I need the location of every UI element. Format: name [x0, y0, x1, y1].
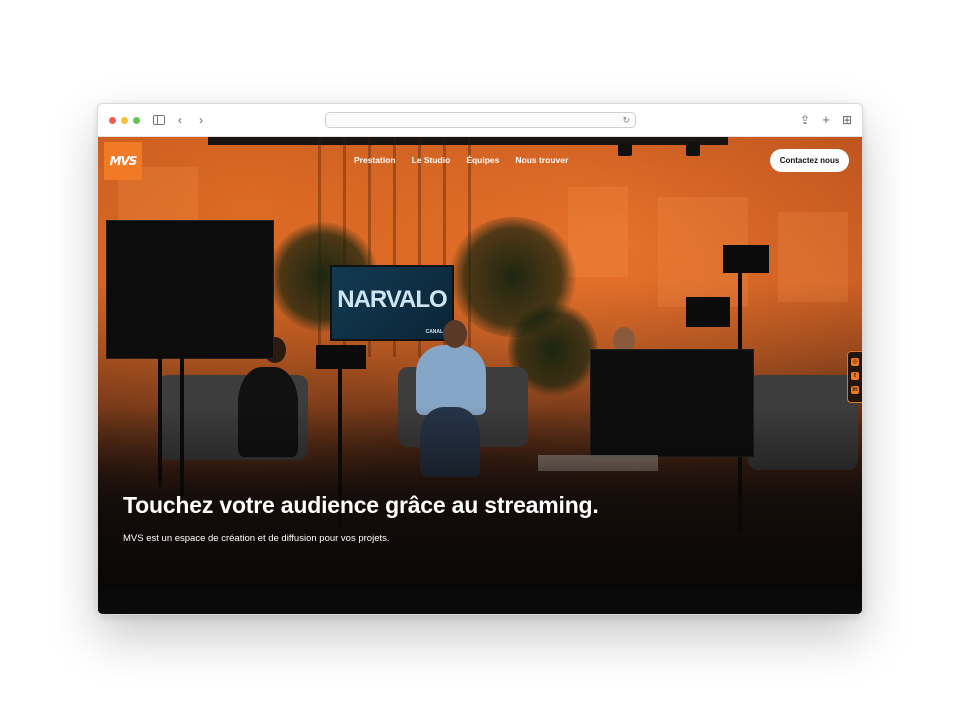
plus-icon[interactable]: + — [819, 113, 833, 127]
wall-panel — [778, 212, 848, 302]
browser-window: ‹ › ↻ ⇪ + ⊞ NARVALO CANAL+ MVS Prestatio… — [97, 103, 863, 615]
instagram-icon[interactable]: ◎ — [851, 358, 859, 366]
nav-item-equipes[interactable]: Équipes — [466, 155, 499, 165]
share-icon[interactable]: ⇪ — [798, 113, 812, 127]
camera — [686, 297, 730, 327]
site-logo[interactable]: MVS — [104, 142, 142, 180]
address-bar[interactable]: ↻ — [325, 112, 636, 128]
nav-item-prestation[interactable]: Prestation — [354, 155, 396, 165]
contact-button[interactable]: Contactez nous — [770, 149, 849, 172]
logo-text: MVS — [109, 154, 138, 168]
zoom-window-button[interactable] — [133, 117, 140, 124]
nav-item-le-studio[interactable]: Le Studio — [412, 155, 451, 165]
main-nav: Prestation Le Studio Équipes Nous trouve… — [354, 155, 568, 165]
minimize-window-button[interactable] — [121, 117, 128, 124]
spotlight — [686, 142, 700, 156]
studio-screen: NARVALO CANAL+ — [330, 265, 454, 341]
close-window-button[interactable] — [109, 117, 116, 124]
chevron-left-icon[interactable]: ‹ — [173, 113, 187, 127]
page-content: NARVALO CANAL+ MVS Prestation Le Studio … — [98, 137, 862, 614]
twitter-icon[interactable]: t — [851, 372, 859, 380]
linkedin-icon[interactable]: in — [851, 386, 859, 394]
reload-icon[interactable]: ↻ — [622, 115, 630, 125]
camera — [723, 245, 769, 273]
spotlight — [618, 142, 632, 156]
hero-subline: MVS est un espace de création et de diff… — [123, 533, 390, 544]
wall-panel — [568, 187, 628, 277]
browser-toolbar: ‹ › ↻ ⇪ + ⊞ — [98, 104, 862, 137]
tab-overview-icon[interactable]: ⊞ — [840, 113, 854, 127]
nav-item-nous-trouver[interactable]: Nous trouver — [515, 155, 568, 165]
studio-screen-text: NARVALO — [337, 286, 447, 313]
studio-monitor — [106, 220, 274, 359]
camera — [316, 345, 366, 369]
sidebar-icon[interactable] — [153, 115, 165, 125]
hero-headline: Touchez votre audience grâce au streamin… — [123, 492, 599, 518]
social-links: ◎ t in — [847, 351, 862, 403]
person-head — [443, 320, 467, 348]
person — [416, 345, 486, 415]
hero-bottom-strip — [98, 590, 862, 614]
chevron-right-icon[interactable]: › — [194, 113, 208, 127]
